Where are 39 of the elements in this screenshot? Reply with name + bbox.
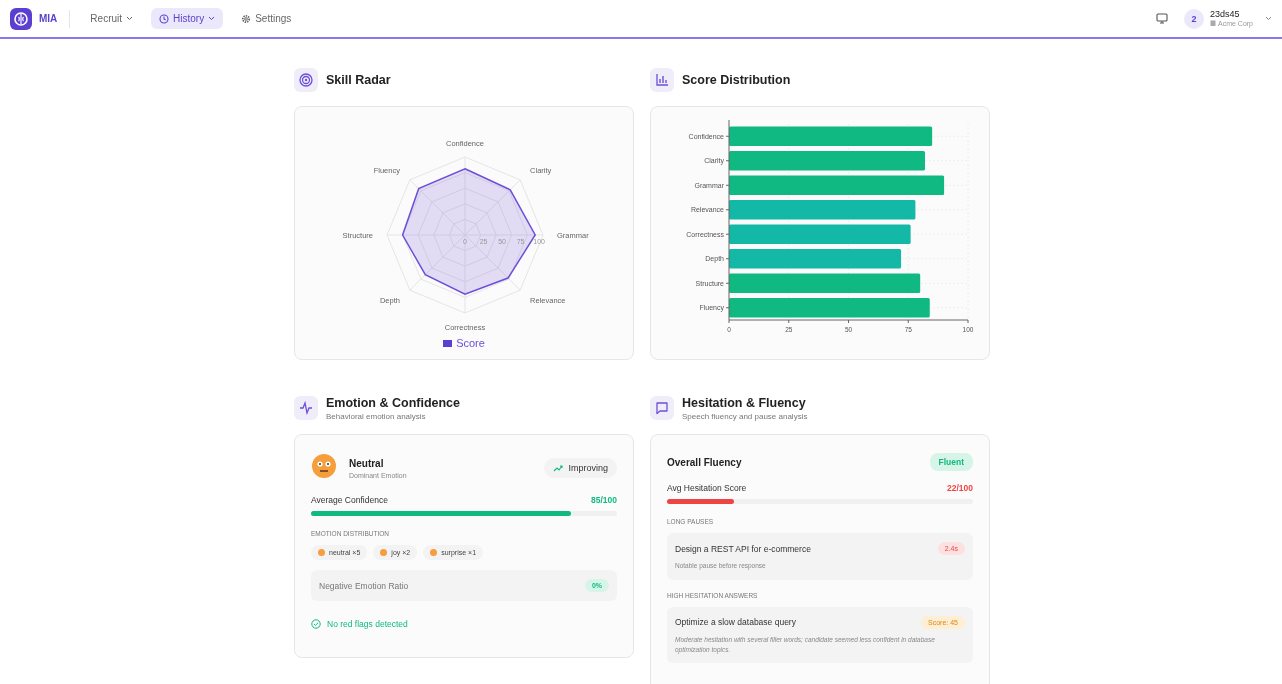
monitor-icon[interactable] xyxy=(1156,13,1168,24)
metric-label: Average Confidence xyxy=(311,495,388,505)
metric-value: 85/100 xyxy=(591,495,617,505)
pulse-icon xyxy=(294,396,318,420)
emoji-icon xyxy=(430,549,438,556)
metric-value: 22/100 xyxy=(947,483,973,493)
caret-icon[interactable] xyxy=(1265,16,1272,21)
section-title: Score Distribution xyxy=(682,73,791,87)
user-avatar[interactable]: 2 xyxy=(1184,8,1204,29)
nav-tab[interactable]: Recruit xyxy=(82,8,142,29)
section-subtitle: Behavioral emotion analysis xyxy=(326,411,427,421)
question-text: Optimize a slow database query xyxy=(675,617,796,628)
building-icon xyxy=(1210,20,1216,27)
clock-icon xyxy=(159,13,170,24)
logo-icon xyxy=(10,7,32,30)
section-title: Skill Radar xyxy=(326,73,391,87)
section-title: Hesitation & Fluency xyxy=(682,395,807,410)
emoji-icon xyxy=(380,549,388,556)
section-subtitle: Speech fluency and pause analysis xyxy=(682,411,808,421)
section-title: Emotion & Confidence xyxy=(326,395,461,410)
metric-label: Avg Hesitation Score xyxy=(667,483,747,493)
status-message: No red flags detected xyxy=(327,619,408,629)
speech-bubble-icon xyxy=(650,396,674,420)
card-heading: Overall Fluency xyxy=(667,456,742,468)
bar-chart-icon xyxy=(650,68,674,92)
metric-label: Negative Emotion Ratio xyxy=(319,580,409,591)
settings-icon xyxy=(241,13,252,24)
user-name: 23ds45 xyxy=(1210,9,1241,20)
app-name: MIA xyxy=(39,13,58,24)
emoji-icon xyxy=(318,549,325,556)
dominant-emotion: Neutral xyxy=(349,457,385,469)
legend-swatch xyxy=(443,339,453,347)
question-text: Design a REST API for e-commerce xyxy=(675,543,811,554)
legend-label: Score xyxy=(456,337,485,349)
target-icon xyxy=(294,68,318,92)
nav-tab[interactable]: Settings xyxy=(233,8,300,29)
nav-tab[interactable]: History xyxy=(151,8,224,29)
fluency-badge: Fluent xyxy=(929,453,973,471)
trend-badge: Improving xyxy=(544,458,617,478)
